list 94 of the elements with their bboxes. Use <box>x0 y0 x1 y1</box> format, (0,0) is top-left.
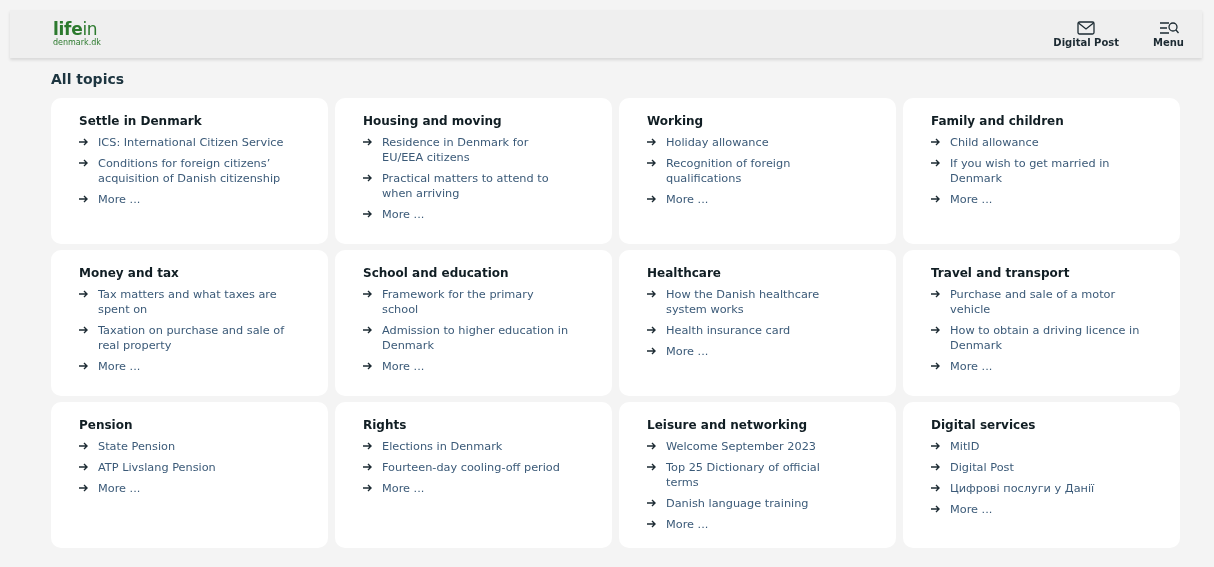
arrow-icon <box>647 442 657 450</box>
card-title: Digital services <box>931 418 1037 432</box>
card-title: Money and tax <box>79 266 180 280</box>
arrow-icon <box>79 195 89 203</box>
card-title: Pension <box>79 418 134 432</box>
topic-link[interactable]: Residence in Denmark for EU/EEA citizens <box>382 135 572 165</box>
arrow-icon <box>647 326 657 334</box>
envelope-icon <box>1077 20 1096 35</box>
topic-link[interactable]: How to obtain a driving licence in Denmark <box>950 323 1140 353</box>
arrow-icon <box>931 484 941 492</box>
topic-link[interactable]: Elections in Denmark <box>382 439 503 454</box>
topic-link[interactable]: How the Danish healthcare system works <box>666 287 856 317</box>
arrow-icon <box>647 195 657 203</box>
card-title: Working <box>647 114 705 128</box>
topic-link[interactable]: If you wish to get married in Denmark <box>950 156 1140 186</box>
card-title: Travel and transport <box>931 266 1071 280</box>
arrow-icon <box>79 290 89 298</box>
more-link[interactable]: More ... <box>382 359 425 374</box>
topic-link[interactable]: ATP Livslang Pension <box>98 460 216 475</box>
menu-button[interactable]: Menu <box>1153 20 1184 48</box>
card-title: Housing and moving <box>363 114 503 128</box>
arrow-icon <box>931 362 941 370</box>
topic-link[interactable]: MitID <box>950 439 980 454</box>
topic-link[interactable]: State Pension <box>98 439 176 454</box>
arrow-icon <box>363 290 373 298</box>
arrow-icon <box>931 505 941 513</box>
more-link[interactable]: More ... <box>666 517 709 532</box>
more-link[interactable]: More ... <box>98 192 141 207</box>
arrow-icon <box>647 347 657 355</box>
more-link[interactable]: More ... <box>98 481 141 496</box>
arrow-icon <box>931 442 941 450</box>
menu-search-icon <box>1158 20 1179 35</box>
more-link[interactable]: More ... <box>666 344 709 359</box>
arrow-icon <box>79 442 89 450</box>
arrow-icon <box>647 290 657 298</box>
more-link[interactable]: More ... <box>382 207 425 222</box>
arrow-icon <box>363 326 373 334</box>
card-title: Healthcare <box>647 266 722 280</box>
arrow-icon <box>647 138 657 146</box>
more-link[interactable]: More ... <box>666 192 709 207</box>
card-title: School and education <box>363 266 510 280</box>
topic-link[interactable]: Health insurance card <box>666 323 791 338</box>
arrow-icon <box>79 138 89 146</box>
topic-link[interactable]: Recognition of foreign qualifications <box>666 156 856 186</box>
topic-link[interactable]: Practical matters to attend to when arriving <box>382 171 572 201</box>
topic-link[interactable]: Danish language training <box>666 496 809 511</box>
card-title: Rights <box>363 418 408 432</box>
topic-link[interactable]: Holiday allowance <box>666 135 769 150</box>
arrow-icon <box>363 484 373 492</box>
arrow-icon <box>363 174 373 182</box>
topic-link[interactable]: Welcome September 2023 <box>666 439 817 454</box>
card-title: Leisure and networking <box>647 418 809 432</box>
more-link[interactable]: More ... <box>98 359 141 374</box>
topic-link[interactable]: Fourteen-day cooling-off period <box>382 460 560 475</box>
topic-link[interactable]: Digital Post <box>950 460 1014 475</box>
topic-link[interactable]: Tax matters and what taxes are spent on <box>98 287 288 317</box>
more-link[interactable]: More ... <box>382 481 425 496</box>
arrow-icon <box>363 138 373 146</box>
arrow-icon <box>931 195 941 203</box>
site-logo[interactable]: lifein denmark.dk <box>53 21 101 47</box>
arrow-icon <box>363 362 373 370</box>
more-link[interactable]: More ... <box>950 192 993 207</box>
more-link[interactable]: More ... <box>950 502 993 517</box>
topic-link[interactable]: Цифрові послуги у Данії <box>950 481 1095 496</box>
digital-post-button[interactable]: Digital Post <box>1053 20 1119 48</box>
topic-link[interactable]: Framework for the primary school <box>382 287 572 317</box>
arrow-icon <box>931 326 941 334</box>
topic-link[interactable]: Top 25 Dictionary of official terms <box>666 460 856 490</box>
arrow-icon <box>363 463 373 471</box>
topic-link[interactable]: Conditions for foreign citizens’ acquisition of Danish citizenship <box>98 156 288 186</box>
card-title: Family and children <box>931 114 1065 128</box>
arrow-icon <box>647 520 657 528</box>
topic-link[interactable]: Purchase and sale of a motor vehicle <box>950 287 1140 317</box>
arrow-icon <box>931 138 941 146</box>
arrow-icon <box>79 463 89 471</box>
arrow-icon <box>363 210 373 218</box>
card-title: Settle in Denmark <box>79 114 203 128</box>
arrow-icon <box>647 499 657 507</box>
page-title: All topics <box>51 71 126 87</box>
arrow-icon <box>79 362 89 370</box>
topic-link[interactable]: Child allowance <box>950 135 1039 150</box>
arrow-icon <box>363 442 373 450</box>
arrow-icon <box>931 463 941 471</box>
arrow-icon <box>647 463 657 471</box>
topic-link[interactable]: ICS: International Citizen Service <box>98 135 284 150</box>
topic-link[interactable]: Admission to higher education in Denmark <box>382 323 572 353</box>
arrow-icon <box>931 159 941 167</box>
arrow-icon <box>79 484 89 492</box>
arrow-icon <box>79 159 89 167</box>
topic-link[interactable]: Taxation on purchase and sale of real property <box>98 323 288 353</box>
arrow-icon <box>931 290 941 298</box>
arrow-icon <box>79 326 89 334</box>
more-link[interactable]: More ... <box>950 359 993 374</box>
arrow-icon <box>647 159 657 167</box>
